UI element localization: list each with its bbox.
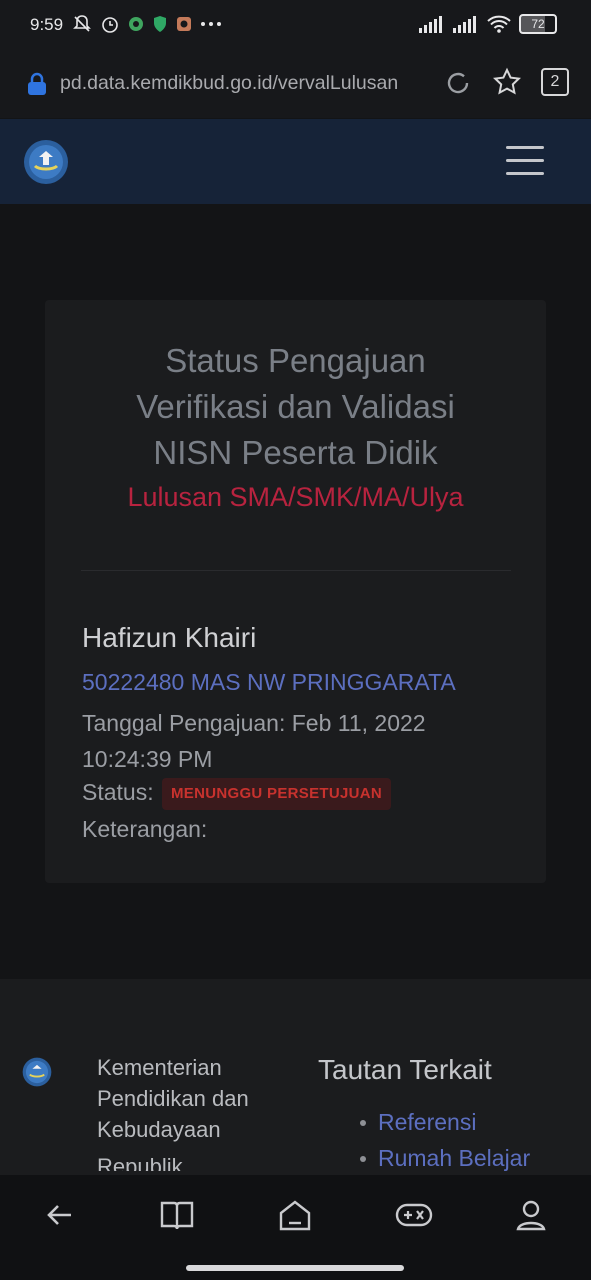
link-referensi[interactable]: Referensi	[360, 1104, 530, 1140]
card-title-line: NISN Peserta Didik	[153, 434, 438, 471]
card-title-line: Status Pengajuan	[165, 342, 426, 379]
book-icon[interactable]	[160, 1197, 194, 1233]
card-title-line: Verifikasi dan Validasi	[136, 388, 455, 425]
site-navbar	[0, 119, 591, 204]
submission-date-line: Tanggal Pengajuan: Feb 11, 2022	[82, 710, 426, 736]
menu-button[interactable]	[506, 146, 544, 176]
divider	[81, 570, 511, 571]
note-label: Keterangan:	[82, 816, 208, 842]
status-badge: MENUNGGU PERSETUJUAN	[162, 778, 392, 810]
whatsapp-icon	[129, 17, 143, 31]
status-bar: 9:59 72	[0, 0, 591, 52]
bell-off-icon	[73, 15, 91, 32]
related-links-list: Referensi Rumah Belajar	[360, 1104, 530, 1176]
menu-bar	[506, 159, 544, 162]
browser-address-bar: pd.data.kemdikbud.go.id/vervalLulusan 2	[0, 52, 591, 118]
menu-bar	[506, 146, 544, 149]
card-subtitle: Lulusan SMA/SMK/MA/Ulya	[127, 482, 464, 512]
link-rumah-belajar[interactable]: Rumah Belajar	[360, 1140, 530, 1176]
student-name: Hafizun Khairi	[82, 622, 257, 653]
school-link[interactable]: 50222480 MAS NW PRINGGARATA	[82, 669, 456, 696]
reload-icon[interactable]	[444, 69, 472, 97]
battery-icon: 72	[519, 14, 557, 34]
wifi-icon	[487, 15, 511, 33]
shield-icon	[154, 16, 166, 32]
card-title: Status Pengajuan Verifikasi dan Validasi…	[0, 338, 591, 476]
bookmark-star-icon[interactable]	[492, 67, 522, 97]
clock: 9:59	[30, 15, 64, 34]
related-links-title: Tautan Terkait	[318, 1054, 492, 1085]
tut-wuri-logo-icon	[22, 1057, 52, 1087]
tab-count-button[interactable]: 2	[541, 68, 569, 96]
url-field[interactable]: pd.data.kemdikbud.go.id/vervalLulusan	[60, 72, 425, 95]
ministry-line: Pendidikan dan	[97, 1086, 249, 1111]
game-controller-icon[interactable]	[395, 1197, 433, 1233]
signal-icon	[419, 16, 442, 33]
instagram-icon	[177, 17, 191, 31]
ministry-line: Kebudayaan	[97, 1117, 221, 1142]
submission-date: Tanggal Pengajuan: Feb 11, 2022 10:24:39…	[82, 705, 482, 777]
back-arrow-icon[interactable]	[45, 1197, 73, 1233]
ministry-line: Republik	[97, 1154, 183, 1171]
submission-time-line: 10:24:39 PM	[82, 746, 213, 772]
alarm-icon	[102, 17, 118, 33]
ministry-name: Kementerian Pendidikan dan Kebudayaan Re…	[97, 1052, 297, 1171]
gesture-home-indicator[interactable]	[186, 1265, 404, 1271]
profile-icon[interactable]	[515, 1197, 547, 1233]
home-icon[interactable]	[278, 1197, 312, 1233]
lock-icon	[28, 72, 46, 95]
tut-wuri-logo-icon[interactable]	[23, 139, 69, 185]
signal-icon	[453, 16, 476, 33]
menu-bar	[506, 172, 544, 175]
status-label: Status:	[82, 779, 154, 805]
battery-percent: 72	[531, 17, 545, 31]
ministry-line: Kementerian	[97, 1055, 222, 1080]
more-dots-icon	[201, 22, 221, 26]
